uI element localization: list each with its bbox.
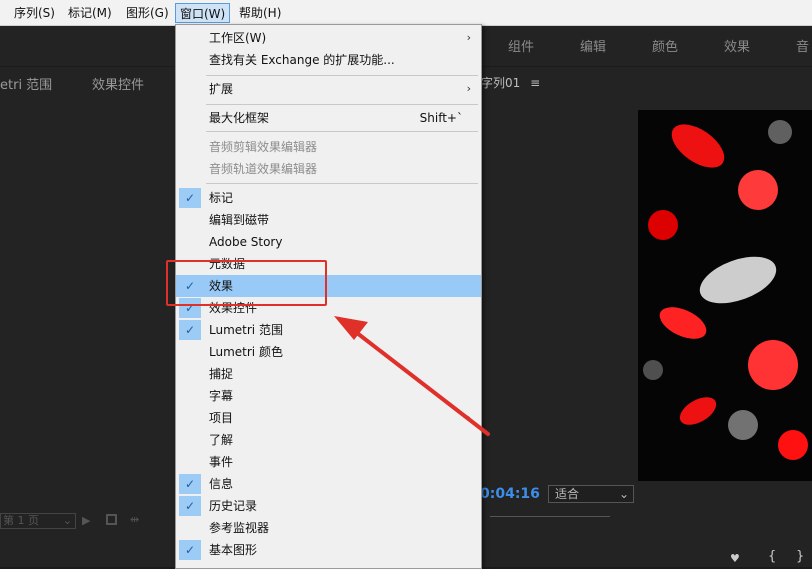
- left-panel: [0, 67, 175, 567]
- page-select-value: 第 1 页: [3, 514, 39, 527]
- menu-help[interactable]: 帮助(H): [235, 3, 285, 23]
- chevron-right-icon: ›: [466, 31, 471, 44]
- menu-icon[interactable]: ≡: [530, 76, 540, 90]
- menu-markers[interactable]: 标记(M): [64, 3, 116, 23]
- marker-icon[interactable]: ♥: [730, 552, 740, 565]
- check-icon: ✓: [179, 496, 201, 516]
- menu-item-label: Lumetri 颜色: [209, 345, 283, 359]
- menu-item-label: 捕捉: [209, 367, 234, 381]
- highlight-box: [166, 260, 327, 306]
- menu-item-find-exchange[interactable]: 查找有关 Exchange 的扩展功能...: [176, 49, 481, 71]
- menu-item-extensions[interactable]: 扩展 ›: [176, 78, 481, 100]
- workspace-tab-color[interactable]: 颜色: [652, 36, 678, 55]
- menu-item-audio-track-effect-editor: 音频轨道效果编辑器: [176, 158, 481, 180]
- menu-item-label: 编辑到磁带: [209, 213, 270, 227]
- menu-item-label: 基本图形: [209, 543, 258, 557]
- fit-select-value: 适合: [555, 487, 580, 501]
- mark-out-icon[interactable]: }: [796, 549, 804, 564]
- menu-item-label: 信息: [209, 477, 234, 491]
- video-frame: [638, 110, 812, 481]
- menu-item-label: 查找有关 Exchange 的扩展功能...: [209, 53, 395, 67]
- menu-item-shortcut: Shift+`: [419, 111, 463, 125]
- workspace-tab-effects[interactable]: 效果: [724, 36, 750, 55]
- menu-separator: [206, 183, 478, 184]
- menu-graphics[interactable]: 图形(G): [122, 3, 173, 23]
- play-icon[interactable]: ▶: [82, 514, 90, 527]
- menu-item-info[interactable]: ✓ 信息: [176, 473, 481, 495]
- program-monitor-tab-label: 字列01: [481, 76, 521, 90]
- mark-in-icon[interactable]: {: [768, 549, 776, 564]
- menu-window[interactable]: 窗口(W): [175, 3, 231, 23]
- check-icon: ✓: [179, 474, 201, 494]
- program-monitor-tab[interactable]: 字列01 ≡: [481, 74, 540, 91]
- menu-item-audio-clip-effect-editor: 音频剪辑效果编辑器: [176, 136, 481, 158]
- menu-item-label: 字幕: [209, 389, 234, 403]
- menu-item-label: 工作区(W): [209, 31, 267, 45]
- menubar: 序列(S) 标记(M) 图形(G) 窗口(W) 帮助(H): [0, 0, 812, 26]
- check-icon: ✓: [179, 188, 201, 208]
- menu-item-workspaces[interactable]: 工作区(W) ›: [176, 27, 481, 49]
- workspace-tab-audio[interactable]: 音: [796, 36, 809, 55]
- check-icon: ✓: [179, 540, 201, 560]
- menu-item-label: 参考监视器: [209, 521, 270, 535]
- menu-item-events[interactable]: 事件: [176, 451, 481, 473]
- menu-item-label: 事件: [209, 455, 234, 469]
- menu-separator: [206, 75, 478, 76]
- menu-item-reference-monitor[interactable]: 参考监视器: [176, 517, 481, 539]
- menu-item-label: 音频轨道效果编辑器: [209, 162, 318, 176]
- menu-item-label: 了解: [209, 433, 234, 447]
- menu-item-history[interactable]: ✓ 历史记录: [176, 495, 481, 517]
- workspace-tab-assembly[interactable]: 组件: [508, 36, 534, 55]
- menu-item-maximize-frame[interactable]: 最大化框架 Shift+`: [176, 107, 481, 129]
- chevron-right-icon: ›: [466, 82, 471, 95]
- chevron-down-icon: ⌄: [618, 487, 629, 501]
- menu-separator: [206, 131, 478, 132]
- menu-separator: [206, 104, 478, 105]
- timecode[interactable]: 0:04:16: [480, 486, 540, 502]
- menu-item-edit-to-tape[interactable]: 编辑到磁带: [176, 209, 481, 231]
- menu-sequence[interactable]: 序列(S): [10, 3, 59, 23]
- step-icon[interactable]: ⇹: [130, 513, 139, 526]
- stop-icon[interactable]: [106, 514, 117, 525]
- menu-item-label: Lumetri 范围: [209, 323, 283, 337]
- tab-effect-controls[interactable]: 效果控件: [92, 74, 144, 93]
- menu-item-label: 最大化框架: [209, 111, 270, 125]
- menu-item-label: 音频剪辑效果编辑器: [209, 140, 318, 154]
- scrubber-track[interactable]: [490, 516, 610, 517]
- annotation-arrow-icon: [334, 316, 490, 436]
- chevron-down-icon: ⌄: [62, 514, 72, 527]
- menu-item-label: Adobe Story: [209, 235, 283, 249]
- tab-lumetri-scopes[interactable]: etri 范围: [0, 74, 52, 93]
- menu-item-label: 历史记录: [209, 499, 258, 513]
- menu-item-markers[interactable]: ✓ 标记: [176, 187, 481, 209]
- workspace-tab-editing[interactable]: 编辑: [580, 36, 606, 55]
- menu-item-label: 扩展: [209, 82, 234, 96]
- menu-item-adobe-story[interactable]: Adobe Story: [176, 231, 481, 253]
- fit-select[interactable]: 适合 ⌄: [548, 485, 634, 503]
- check-icon: ✓: [179, 320, 201, 340]
- menu-item-label: 项目: [209, 411, 234, 425]
- page-select[interactable]: 第 1 页 ⌄: [0, 513, 76, 529]
- menu-item-essential-graphics[interactable]: ✓ 基本图形: [176, 539, 481, 561]
- menu-item-label: 标记: [209, 191, 234, 205]
